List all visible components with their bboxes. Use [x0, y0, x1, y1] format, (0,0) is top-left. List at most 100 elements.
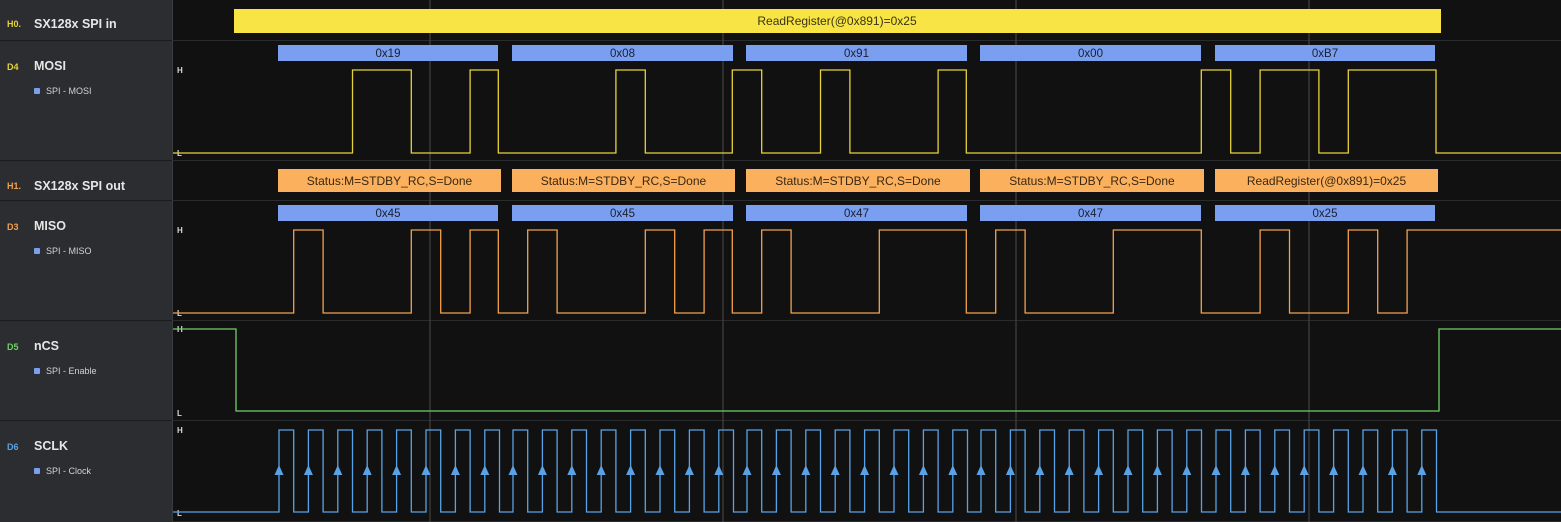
- h0-frame-label: ReadRegister(@0x891)=0x25: [757, 14, 917, 28]
- clock-rise-arrow: [362, 465, 372, 475]
- channel-tag: D6: [7, 442, 19, 452]
- clock-rise-arrow: [714, 465, 724, 475]
- miso-byte-box[interactable]: [278, 205, 498, 221]
- mosi-byte-label: 0x19: [376, 48, 401, 60]
- clock-rise-arrow: [480, 465, 490, 475]
- clock-rise-arrow: [1064, 465, 1074, 475]
- clock-rise-arrow: [1270, 465, 1280, 475]
- analyzer-label[interactable]: SPI - Clock: [34, 466, 91, 476]
- clock-rise-arrow: [1005, 465, 1015, 475]
- level-low-label: L: [177, 409, 182, 418]
- analyzer-name: SPI - Enable: [46, 366, 97, 376]
- clock-rise-arrow: [1152, 465, 1162, 475]
- channel-lane: [173, 201, 1561, 321]
- clock-rise-arrow: [303, 465, 313, 475]
- analyzer-color-swatch: [34, 368, 40, 374]
- mosi-byte-box[interactable]: [512, 45, 733, 61]
- level-low-label: L: [177, 309, 182, 318]
- h1-frame-label: Status:M=STDBY_RC,S=Done: [307, 174, 473, 188]
- level-high-label: H: [177, 325, 183, 334]
- waveform-view[interactable]: HLHLHLHL0x19 0x08 0x91 0x00 0xB70x45 0x45 0x47…: [0, 0, 1561, 522]
- clock-rise-arrow: [771, 465, 781, 475]
- clock-rise-arrow: [801, 465, 811, 475]
- miso-byte-box[interactable]: [980, 205, 1201, 221]
- analyzer-color-swatch: [34, 248, 40, 254]
- miso-byte-box[interactable]: [1215, 205, 1435, 221]
- clock-rise-arrow: [860, 465, 870, 475]
- clock-rise-arrow: [1358, 465, 1368, 475]
- channel-list-panel: H0. SX128x SPI in D4 MOSI SPI - MOSI H1.…: [0, 0, 172, 522]
- level-high-label: H: [177, 426, 183, 435]
- channel-row-d6[interactable]: D6 SCLK SPI - Clock: [0, 421, 172, 522]
- h1-frame-box[interactable]: [1215, 169, 1438, 192]
- clock-rise-arrow: [1094, 465, 1104, 475]
- mosi-byte-box[interactable]: [1215, 45, 1435, 61]
- level-low-label: L: [177, 509, 182, 518]
- channel-row-d3[interactable]: D3 MISO SPI - MISO: [0, 201, 172, 321]
- channel-name: SCLK: [34, 439, 69, 453]
- channel-name: nCS: [34, 339, 59, 353]
- mosi-byte-label: 0x08: [610, 48, 635, 60]
- channel-tag: H1.: [7, 181, 22, 191]
- clock-rise-arrow: [1123, 465, 1133, 475]
- clock-rise-arrow: [655, 465, 665, 475]
- miso-byte-box[interactable]: [746, 205, 967, 221]
- mosi-byte-box[interactable]: [746, 45, 967, 61]
- mosi-byte-label: 0x91: [844, 48, 869, 60]
- miso-byte-label: 0x45: [376, 208, 401, 220]
- h1-frame-label: Status:M=STDBY_RC,S=Done: [1009, 174, 1175, 188]
- channel-name: MISO: [34, 219, 66, 233]
- level-high-label: H: [177, 226, 183, 235]
- h1-frame-box[interactable]: [980, 169, 1204, 192]
- channel-row-h0[interactable]: H0. SX128x SPI in: [0, 0, 172, 41]
- analyzer-name: SPI - MISO: [46, 246, 92, 256]
- clock-rise-arrow: [830, 465, 840, 475]
- channel-row-h1[interactable]: H1. SX128x SPI out: [0, 161, 172, 201]
- channel-lane: [173, 41, 1561, 161]
- clock-rise-arrow: [537, 465, 547, 475]
- analyzer-label[interactable]: SPI - MISO: [34, 246, 92, 256]
- clock-rise-arrow: [1417, 465, 1427, 475]
- channel-name: SX128x SPI out: [34, 179, 126, 193]
- h1-frame-box[interactable]: [278, 169, 501, 192]
- clock-rise-arrow: [596, 465, 606, 475]
- clock-rise-arrow: [1182, 465, 1192, 475]
- h0-frame-box[interactable]: [234, 9, 1441, 33]
- panel-divider[interactable]: [172, 0, 173, 522]
- h1-frame-box[interactable]: [512, 169, 735, 192]
- h1-frame-box[interactable]: [746, 169, 970, 192]
- clock-rise-arrow: [508, 465, 518, 475]
- clock-rise-arrow: [1299, 465, 1309, 475]
- mosi-byte-label: 0x00: [1078, 48, 1103, 60]
- clock-rise-arrow: [918, 465, 928, 475]
- clock-rise-arrow: [567, 465, 577, 475]
- channel-lane: [173, 421, 1561, 522]
- clock-rise-arrow: [450, 465, 460, 475]
- clock-rise-arrow: [889, 465, 899, 475]
- mosi-byte-box[interactable]: [980, 45, 1201, 61]
- miso-byte-label: 0x45: [610, 208, 635, 220]
- channel-row-d4[interactable]: D4 MOSI SPI - MOSI: [0, 41, 172, 161]
- analyzer-label[interactable]: SPI - Enable: [34, 366, 97, 376]
- clock-rise-arrow: [392, 465, 402, 475]
- analyzer-label[interactable]: SPI - MOSI: [34, 86, 92, 96]
- ncs-waveform: [173, 328, 1561, 412]
- level-high-label: H: [177, 66, 183, 75]
- clock-rise-arrow: [684, 465, 694, 475]
- clock-rise-arrow: [948, 465, 958, 475]
- channel-lane: [173, 0, 1561, 41]
- clock-rise-arrow: [742, 465, 752, 475]
- miso-waveform: [173, 229, 1561, 314]
- clock-rise-arrow: [626, 465, 636, 475]
- h1-frame-label: Status:M=STDBY_RC,S=Done: [775, 174, 941, 188]
- channel-row-d5[interactable]: D5 nCS SPI - Enable: [0, 321, 172, 421]
- miso-byte-box[interactable]: [512, 205, 733, 221]
- level-low-label: L: [177, 149, 182, 158]
- clock-rise-arrow: [1387, 465, 1397, 475]
- miso-byte-label: 0x47: [844, 208, 869, 220]
- channel-lane: [173, 321, 1561, 421]
- sclk-waveform: [173, 429, 1561, 513]
- miso-byte-label: 0x47: [1078, 208, 1103, 220]
- mosi-byte-box[interactable]: [278, 45, 498, 61]
- analyzer-name: SPI - Clock: [46, 466, 92, 476]
